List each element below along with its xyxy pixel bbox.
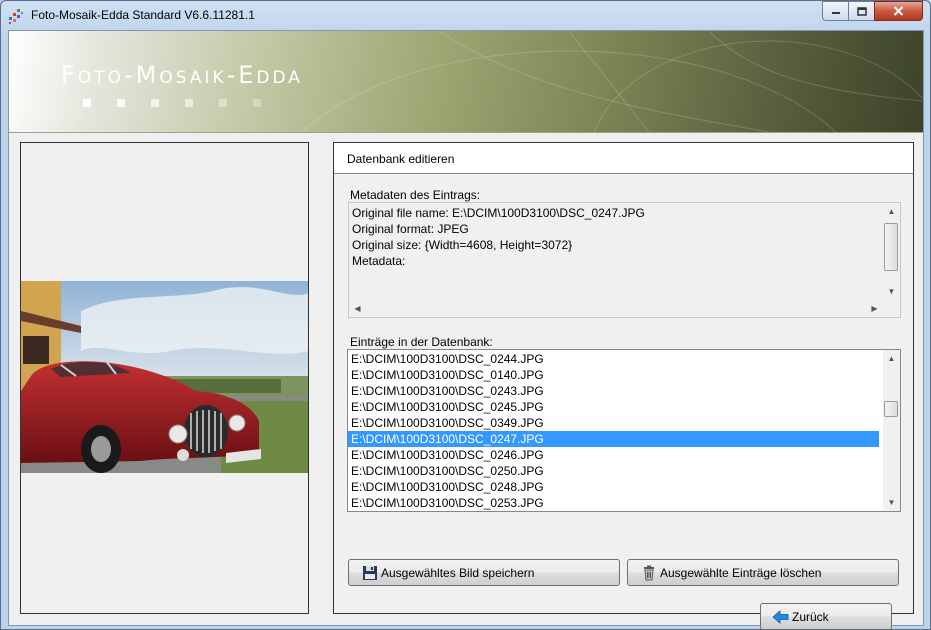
scroll-up-arrow-icon[interactable]: ▲ (883, 203, 900, 220)
app-mosaic-icon (9, 9, 23, 24)
metadata-textbox[interactable]: Original file name: E:\DCIM\100D3100\DSC… (348, 202, 901, 318)
back-arrow-icon (772, 609, 789, 624)
list-item[interactable]: E:\DCIM\100D3100\DSC_0245.JPG (348, 399, 879, 415)
scroll-down-arrow-icon[interactable]: ▼ (883, 494, 900, 511)
title-bar[interactable]: Foto-Mosaik-Edda Standard V6.6.11281.1 (1, 1, 930, 29)
list-item[interactable]: E:\DCIM\100D3100\DSC_0250.JPG (348, 463, 879, 479)
list-item-selected[interactable]: E:\DCIM\100D3100\DSC_0247.JPG (348, 431, 879, 447)
save-button-label: Ausgewähltes Bild speichern (381, 565, 535, 580)
metadata-line: Original format: JPEG (352, 222, 469, 236)
metadata-horizontal-scrollbar[interactable]: ◀ ▶ (349, 300, 883, 317)
list-item[interactable]: E:\DCIM\100D3100\DSC_0349.JPG (348, 415, 879, 431)
list-item[interactable]: E:\DCIM\100D3100\DSC_0243.JPG (348, 383, 879, 399)
metadata-vertical-scrollbar[interactable]: ▲ ▼ (883, 203, 900, 300)
brand-dots (83, 96, 287, 110)
floppy-disk-icon (363, 565, 377, 580)
selected-image-preview (21, 281, 308, 473)
database-entries-list[interactable]: E:\DCIM\100D3100\DSC_0244.JPG E:\DCIM\10… (347, 349, 901, 512)
database-editor-panel: Datenbank editieren Metadaten des Eintra… (333, 142, 914, 629)
list-item[interactable]: E:\DCIM\100D3100\DSC_0246.JPG (348, 447, 879, 463)
maximize-icon (856, 6, 867, 16)
delete-selected-entries-button[interactable]: Ausgewählte Einträge löschen (627, 559, 899, 586)
metadata-scroll-thumb[interactable] (884, 223, 898, 271)
brand-title: Foto-Mosaik-Edda (61, 61, 303, 89)
metadata-line: Metadata: (352, 254, 406, 268)
entries-label: Einträge in der Datenbank: (350, 335, 493, 349)
scroll-up-arrow-icon[interactable]: ▲ (883, 350, 900, 367)
scroll-down-arrow-icon[interactable]: ▼ (883, 283, 900, 300)
window-title: Foto-Mosaik-Edda Standard V6.6.11281.1 (31, 8, 255, 22)
scroll-right-arrow-icon[interactable]: ▶ (866, 300, 883, 317)
save-selected-image-button[interactable]: Ausgewähltes Bild speichern (348, 559, 620, 586)
scroll-left-arrow-icon[interactable]: ◀ (349, 300, 366, 317)
entries-scroll-thumb[interactable] (884, 401, 898, 417)
maximize-button[interactable] (848, 1, 875, 21)
header-banner: Foto-Mosaik-Edda (9, 31, 923, 133)
delete-button-label: Ausgewählte Einträge löschen (660, 565, 822, 580)
image-preview-panel (20, 142, 309, 614)
app-window: Foto-Mosaik-Edda Standard V6.6.11281.1 F… (0, 0, 931, 630)
close-button[interactable] (874, 1, 923, 21)
trash-icon (644, 565, 654, 580)
back-button-label: Zurück (792, 609, 829, 624)
metadata-line: Original size: {Width=4608, Height=3072} (352, 238, 573, 252)
back-button[interactable]: Zurück (760, 603, 892, 629)
metadata-label: Metadaten des Eintrags: (350, 188, 481, 202)
metadata-line: Original file name: E:\DCIM\100D3100\DSC… (352, 206, 645, 220)
metadata-text: Original file name: E:\DCIM\100D3100\DSC… (352, 205, 645, 269)
list-item[interactable]: E:\DCIM\100D3100\DSC_0253.JPG (348, 495, 879, 511)
list-item[interactable]: E:\DCIM\100D3100\DSC_0140.JPG (348, 367, 879, 383)
entries-vertical-scrollbar[interactable]: ▲ ▼ (883, 350, 900, 511)
editor-header: Datenbank editieren (334, 143, 913, 174)
close-icon (893, 6, 904, 16)
list-item[interactable]: E:\DCIM\100D3100\DSC_0244.JPG (348, 351, 879, 367)
client-area: Foto-Mosaik-Edda Datenbank editieren Met… (8, 30, 924, 629)
minimize-button[interactable] (822, 1, 849, 21)
list-item[interactable]: E:\DCIM\100D3100\DSC_0248.JPG (348, 479, 879, 495)
editor-title: Datenbank editieren (347, 152, 455, 166)
minimize-icon (831, 12, 840, 14)
